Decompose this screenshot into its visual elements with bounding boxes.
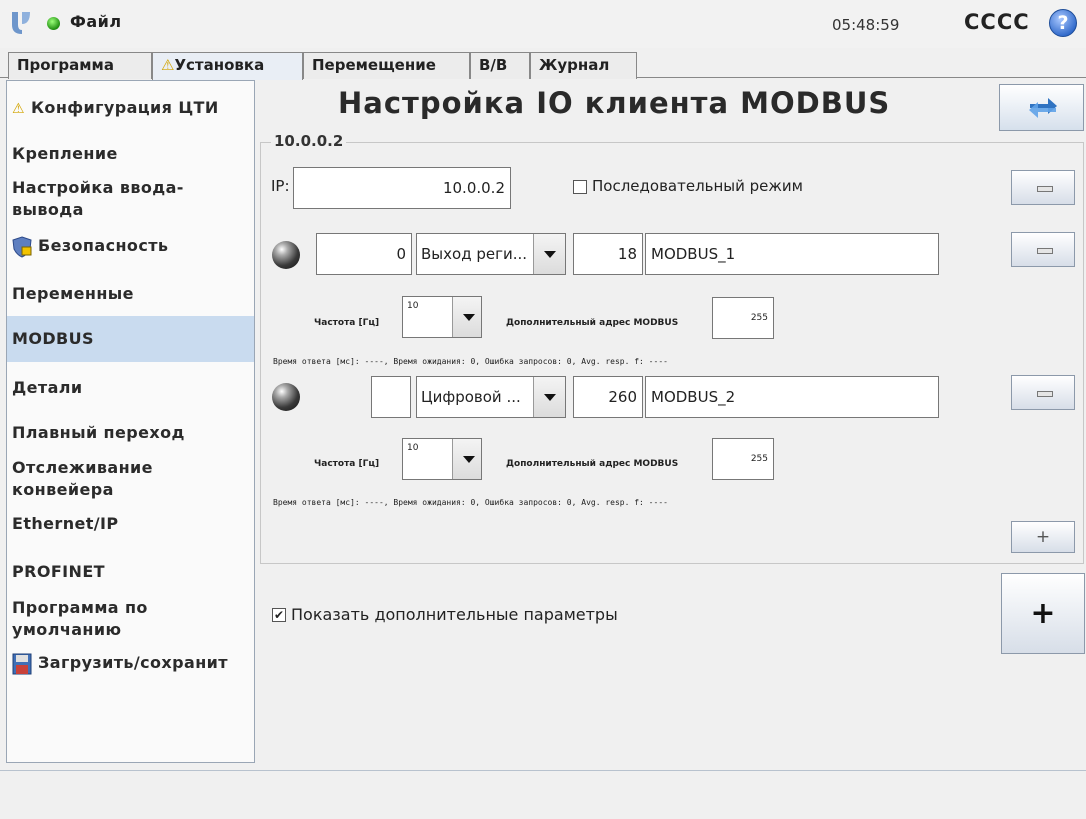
- sidebar-item-load-save[interactable]: Загрузить/сохранит: [7, 652, 254, 675]
- page-title: Настройка IO клиента MODBUS: [338, 86, 891, 120]
- signal-status-icon: [272, 383, 300, 411]
- signal-stats: Время ответа [мс]: ----, Время ожидания:…: [273, 498, 668, 507]
- clock: 05:48:59: [832, 16, 900, 34]
- sequential-mode-checkbox[interactable]: [573, 180, 587, 194]
- tab-program[interactable]: Программа: [8, 52, 152, 79]
- sidebar-item-variables[interactable]: Переменные: [7, 283, 254, 305]
- sidebar-item-features[interactable]: Детали: [7, 377, 254, 399]
- remove-signal-button[interactable]: [1011, 375, 1075, 410]
- sidebar-item-ethernet-ip[interactable]: Ethernet/IP: [7, 513, 254, 535]
- refresh-icon: [1029, 98, 1057, 118]
- ur-logo-icon: [12, 12, 30, 34]
- warning-icon: ⚠: [12, 100, 25, 117]
- extra-address-label: Дополнительный адрес MODBUS: [506, 318, 679, 328]
- warning-icon: ⚠: [161, 56, 175, 74]
- signal-stats: Время ответа [мс]: ----, Время ожидания:…: [273, 357, 668, 366]
- signal-address-input[interactable]: [371, 376, 411, 418]
- tab-move[interactable]: Перемещение: [303, 52, 470, 79]
- sidebar-item-mounting[interactable]: Крепление: [7, 143, 254, 165]
- chevron-down-icon[interactable]: [452, 297, 481, 337]
- main-tabs: Программа ⚠Установка Перемещение В/В Жур…: [0, 48, 1086, 80]
- extra-address-input[interactable]: 255: [712, 438, 774, 480]
- ip-label: IP:: [271, 177, 290, 195]
- sidebar-item-tcp-config[interactable]: ⚠ Конфигурация ЦТИ: [7, 97, 254, 120]
- show-advanced-checkbox[interactable]: ✔: [272, 608, 286, 622]
- add-signal-button[interactable]: +: [1011, 521, 1075, 553]
- tab-log[interactable]: Журнал: [530, 52, 637, 79]
- floppy-disk-icon: [12, 653, 32, 674]
- refresh-button[interactable]: [999, 84, 1084, 131]
- show-advanced-label: Показать дополнительные параметры: [291, 605, 618, 624]
- tab-io[interactable]: В/В: [470, 52, 530, 79]
- remove-unit-button[interactable]: [1011, 170, 1075, 205]
- register-input[interactable]: 18: [573, 233, 643, 275]
- add-unit-button[interactable]: +: [1001, 573, 1085, 654]
- frequency-label: Частота [Гц]: [314, 318, 380, 328]
- modbus-config-panel: Настройка IO клиента MODBUS 10.0.0.2 IP:…: [258, 80, 1086, 770]
- installation-sidebar: ⚠ Конфигурация ЦТИ Крепление Настройка вв…: [6, 80, 255, 763]
- signal-address-input[interactable]: 0: [316, 233, 412, 275]
- bottom-bar: [0, 770, 1086, 819]
- signal-name-input[interactable]: MODBUS_1: [645, 233, 939, 275]
- modbus-unit-group: 10.0.0.2 IP: 10.0.0.2 Последовательный р…: [260, 132, 1084, 564]
- top-bar: Файл 05:48:59 CCCC ?: [0, 0, 1086, 48]
- sidebar-item-io-setup[interactable]: Настройка ввода-вывода: [7, 177, 254, 221]
- signal-name-input[interactable]: MODBUS_2: [645, 376, 939, 418]
- file-menu[interactable]: Файл: [70, 12, 122, 31]
- sidebar-item-default-program[interactable]: Программа по умолчанию: [7, 597, 254, 641]
- frequency-select[interactable]: 10: [402, 296, 482, 338]
- frequency-select[interactable]: 10: [402, 438, 482, 480]
- chevron-down-icon[interactable]: [452, 439, 481, 479]
- chevron-down-icon[interactable]: [533, 377, 565, 417]
- sidebar-item-conveyor-tracking[interactable]: Отслеживание конвейера: [7, 457, 254, 501]
- chevron-down-icon[interactable]: [533, 234, 565, 274]
- register-input[interactable]: 260: [573, 376, 643, 418]
- unit-ip-title: 10.0.0.2: [271, 132, 347, 150]
- sidebar-item-smooth-transition[interactable]: Плавный переход: [7, 422, 254, 444]
- robot-status-icon: [47, 17, 60, 30]
- signal-type-select[interactable]: Цифровой ...: [416, 376, 566, 418]
- help-icon[interactable]: ?: [1049, 9, 1077, 37]
- sidebar-item-safety[interactable]: Безопасность: [7, 235, 254, 258]
- signal-status-icon: [272, 241, 300, 269]
- ip-input[interactable]: 10.0.0.2: [293, 167, 511, 209]
- remove-signal-button[interactable]: [1011, 232, 1075, 267]
- sequential-mode-label: Последовательный режим: [592, 177, 803, 195]
- safety-shield-icon: [12, 235, 32, 258]
- sidebar-item-profinet[interactable]: PROFINET: [7, 561, 254, 583]
- sidebar-item-modbus[interactable]: MODBUS: [7, 316, 254, 362]
- signal-type-select[interactable]: Выход реги...: [416, 233, 566, 275]
- frequency-label: Частота [Гц]: [314, 459, 380, 469]
- extra-address-input[interactable]: 255: [712, 297, 774, 339]
- extra-address-label: Дополнительный адрес MODBUS: [506, 459, 679, 469]
- robot-name: CCCC: [964, 10, 1030, 34]
- tab-installation[interactable]: ⚠Установка: [152, 52, 303, 80]
